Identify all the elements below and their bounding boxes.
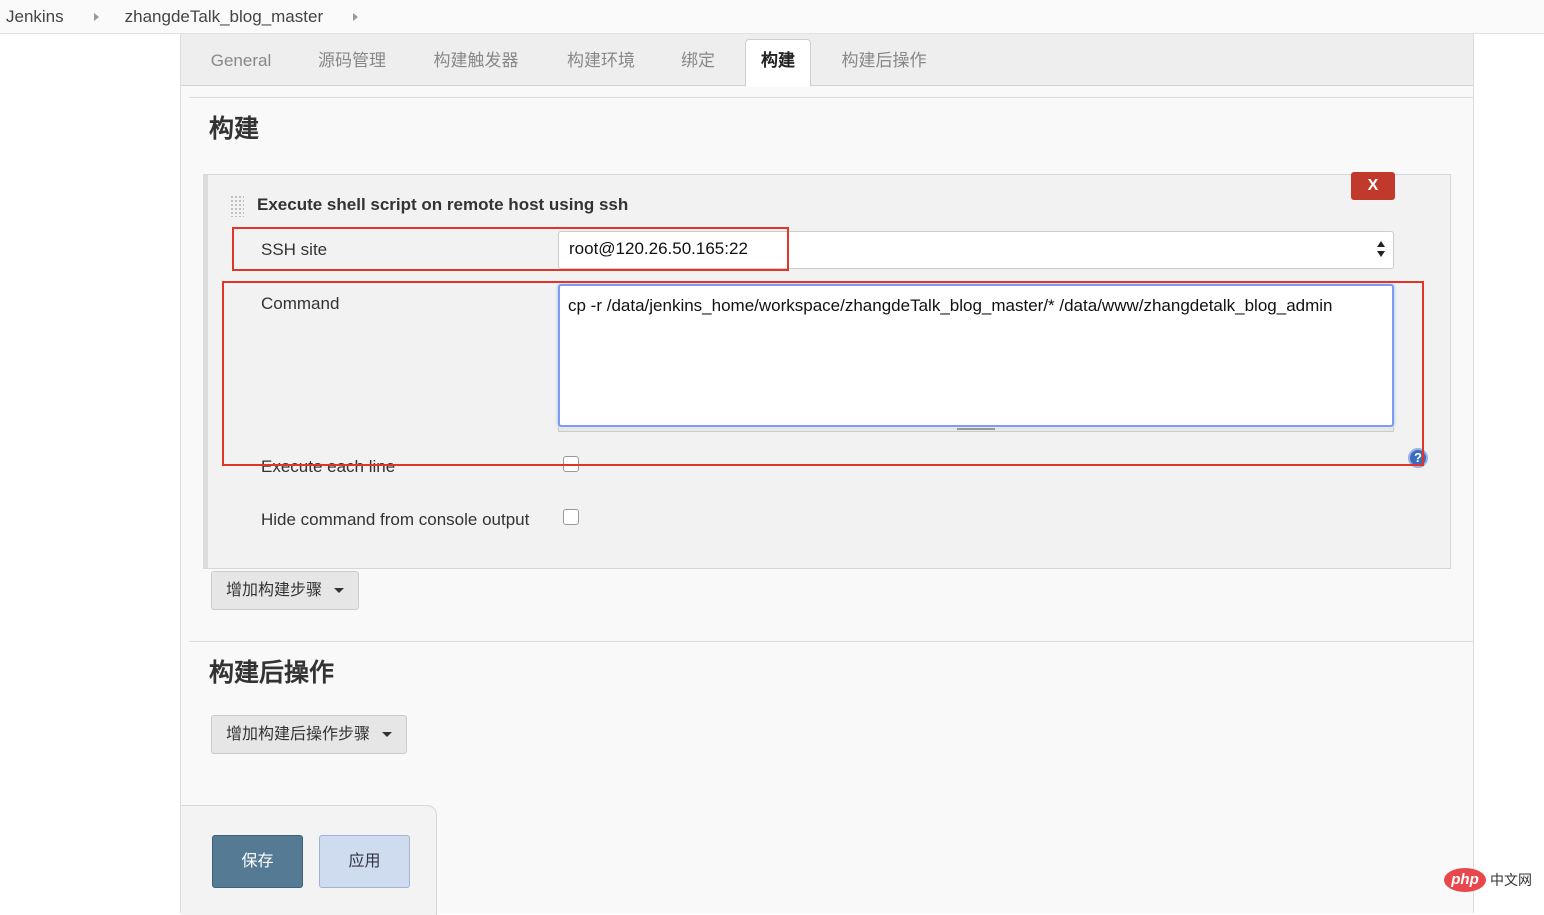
tab-general[interactable]: General bbox=[201, 41, 281, 86]
hide-command-label: Hide command from console output bbox=[261, 510, 530, 529]
caret-down-icon bbox=[334, 588, 345, 594]
breadcrumb: Jenkins zhangdeTalk_blog_master bbox=[0, 0, 1544, 34]
delete-step-button[interactable]: X bbox=[1351, 172, 1395, 200]
breadcrumb-job[interactable]: zhangdeTalk_blog_master bbox=[117, 7, 331, 27]
tab-bindings[interactable]: 绑定 bbox=[671, 41, 725, 86]
tab-build[interactable]: 构建 bbox=[745, 39, 811, 87]
hide-command-checkbox[interactable] bbox=[563, 509, 579, 525]
add-build-step-button[interactable]: 增加构建步骤 bbox=[211, 571, 360, 610]
tab-source-management[interactable]: 源码管理 bbox=[309, 41, 395, 86]
tab-post-build[interactable]: 构建后操作 bbox=[831, 41, 937, 86]
bottom-action-bar: 保存 应用 bbox=[181, 805, 437, 915]
breadcrumb-jenkins[interactable]: Jenkins bbox=[0, 7, 72, 27]
divider bbox=[189, 97, 1473, 98]
ssh-site-value: root@120.26.50.165:22 bbox=[569, 239, 748, 258]
ssh-site-select[interactable]: root@120.26.50.165:22 bbox=[558, 231, 1394, 269]
post-build-section-title: 构建后操作 bbox=[209, 659, 335, 687]
help-icon[interactable]: ? bbox=[1408, 448, 1428, 468]
php-logo: php bbox=[1444, 868, 1486, 892]
drag-handle-icon[interactable] bbox=[230, 195, 244, 217]
watermark: php 中文网 bbox=[1444, 868, 1532, 892]
add-build-step-label: 增加构建步骤 bbox=[226, 582, 323, 599]
config-panel: General 源码管理 构建触发器 构建环境 绑定 构建 构建后操作 构建 E… bbox=[180, 34, 1474, 915]
build-step-title: Execute shell script on remote host usin… bbox=[257, 195, 629, 214]
save-button[interactable]: 保存 bbox=[212, 835, 303, 888]
apply-button[interactable]: 应用 bbox=[319, 835, 410, 888]
tab-build-environment[interactable]: 构建环境 bbox=[556, 41, 646, 86]
divider bbox=[189, 641, 1473, 642]
textarea-resize-handle[interactable] bbox=[558, 427, 1394, 432]
watermark-text: 中文网 bbox=[1490, 872, 1532, 888]
build-section-title: 构建 bbox=[209, 115, 260, 143]
command-textarea[interactable]: cp -r /data/jenkins_home/workspace/zhang… bbox=[558, 284, 1394, 427]
add-post-build-step-button[interactable]: 增加构建后操作步骤 bbox=[211, 715, 408, 754]
select-arrows-icon bbox=[1377, 240, 1387, 260]
caret-down-icon bbox=[382, 732, 393, 738]
command-label: Command bbox=[261, 294, 340, 313]
add-post-build-step-label: 增加构建后操作步骤 bbox=[226, 726, 371, 743]
tab-build-triggers[interactable]: 构建触发器 bbox=[423, 41, 529, 86]
build-step-ssh: Execute shell script on remote host usin… bbox=[203, 172, 1451, 569]
breadcrumb-separator-icon bbox=[93, 12, 99, 21]
execute-each-line-checkbox[interactable] bbox=[563, 456, 579, 472]
execute-each-line-label: Execute each line bbox=[261, 457, 396, 476]
ssh-site-label: SSH site bbox=[261, 240, 328, 259]
breadcrumb-separator-icon[interactable] bbox=[353, 12, 359, 21]
config-tab-bar: General 源码管理 构建触发器 构建环境 绑定 构建 构建后操作 bbox=[181, 34, 1473, 87]
